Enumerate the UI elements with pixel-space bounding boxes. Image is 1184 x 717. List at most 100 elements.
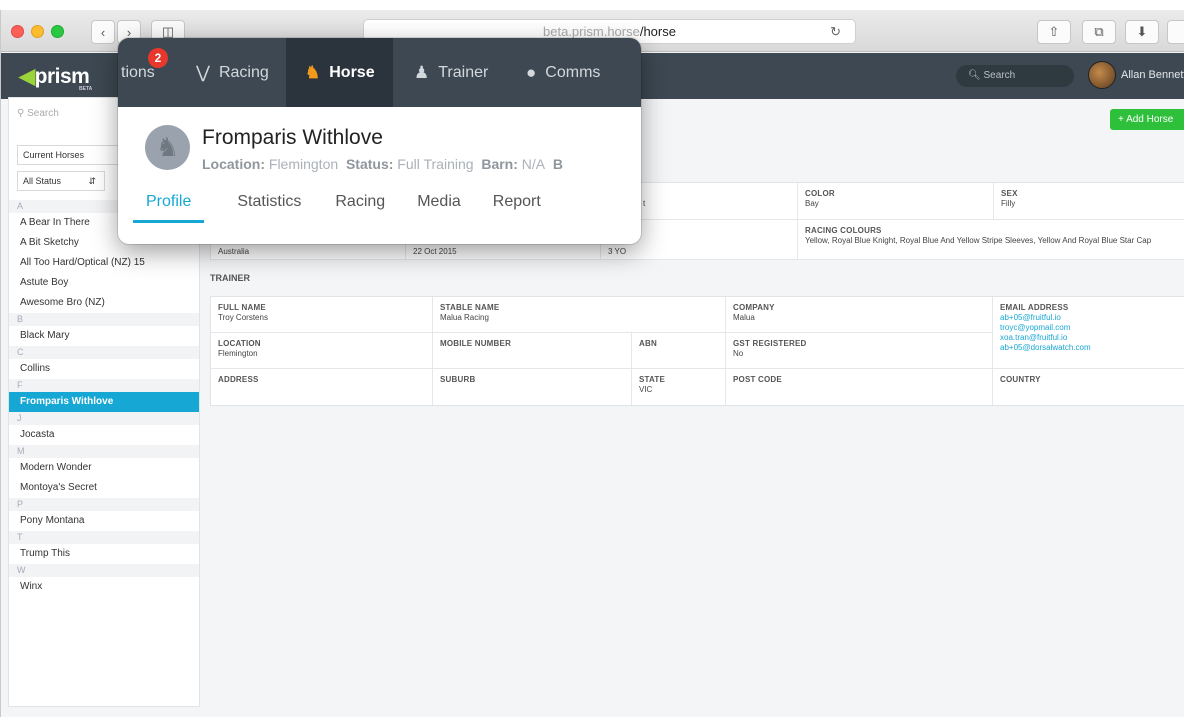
mobile-cell: MOBILE NUMBER	[433, 333, 632, 369]
horse-list-item[interactable]: Fromparis Withlove	[9, 392, 199, 412]
horse-meta: Location: Flemington Status: Full Traini…	[202, 156, 563, 172]
user-name[interactable]: Allan Bennetto	[1121, 69, 1184, 81]
nav-item-horse[interactable]: ♞ Horse	[286, 38, 393, 107]
email-link[interactable]: xoa.tran@fruitful.io	[1000, 333, 1183, 343]
tab-report[interactable]: Report	[480, 193, 554, 223]
logo-text: prism	[34, 65, 90, 88]
state-cell: STATE VIC	[632, 369, 726, 405]
full-name-label: FULL NAME	[218, 303, 266, 312]
notification-badge: 2	[148, 48, 168, 68]
user-avatar[interactable]	[1088, 61, 1116, 89]
list-group-header: W	[9, 564, 199, 577]
horse-list-item[interactable]: Pony Montana	[9, 511, 199, 531]
email-link[interactable]: troyc@yopmail.com	[1000, 323, 1183, 333]
list-group-header: P	[9, 498, 199, 511]
company-cell: COMPANY Malua	[726, 297, 993, 333]
search-icon: ⚲	[17, 108, 28, 119]
racing-colours-label: RACING COLOURS	[805, 226, 882, 235]
email-link[interactable]: ab+05@fruitful.io	[1000, 313, 1183, 323]
company-value: Malua	[733, 313, 755, 322]
share-button[interactable]: ⇧	[1037, 20, 1071, 44]
sidebar-search-placeholder: Search	[27, 108, 59, 119]
close-window-button[interactable]	[11, 25, 24, 38]
barn-meta-value: N/A	[521, 156, 546, 172]
stable-name-label: STABLE NAME	[440, 303, 500, 312]
tab-media[interactable]: Media	[404, 193, 474, 223]
profile-tabs: Profile Statistics Racing Media Report	[133, 193, 588, 223]
stable-name-value: Malua Racing	[440, 313, 489, 322]
country-label: COUNTRY	[1000, 375, 1041, 384]
abn-cell: ABN	[632, 333, 726, 369]
horse-filter-select[interactable]: Current Horses	[17, 145, 127, 165]
email-link[interactable]: ab+05@dorsalwatch.com	[1000, 343, 1183, 353]
zoomed-header-popover: tions 2 ⋁ Racing ♞ Horse ♟ Trainer ● Comms ♞…	[118, 38, 641, 244]
status-filter-value: All Status	[23, 176, 62, 186]
horse-name: Fromparis Withlove	[202, 126, 383, 149]
main-nav: tions 2 ⋁ Racing ♞ Horse ♟ Trainer ● Comms	[118, 38, 641, 107]
tab-profile[interactable]: Profile	[133, 193, 205, 223]
horse-list: AA Bear In There A Bit Sketchy All Too Har…	[9, 200, 199, 597]
status-meta-label: Status:	[345, 156, 394, 172]
horse-list-item[interactable]: Montoya's Secret	[9, 478, 199, 498]
chevron-left-icon: ‹	[100, 24, 106, 40]
tab-racing[interactable]: Racing	[322, 193, 398, 223]
status-filter-select[interactable]: All Status ⇵	[17, 171, 105, 191]
status-meta-value: Full Training	[397, 156, 474, 172]
horse-list-item[interactable]: Trump This	[9, 544, 199, 564]
downloads-button[interactable]: ⬇	[1125, 20, 1159, 44]
sex-value: Filly	[1001, 199, 1016, 208]
horse-list-item[interactable]: All Too Hard/Optical (NZ) 15	[9, 253, 199, 273]
list-group-header: J	[9, 412, 199, 425]
url-domain: beta.prism.horse	[543, 24, 640, 39]
address-cell: ADDRESS	[211, 369, 433, 405]
trophy-icon: ⋁	[196, 62, 210, 82]
overflow-button[interactable]	[1167, 20, 1184, 44]
nav-item-notifications[interactable]: tions	[118, 38, 178, 107]
cut-meta-label: B	[552, 156, 564, 172]
trainer-section-title: TRAINER	[210, 273, 250, 283]
stable-name-cell: STABLE NAME Malua Racing	[433, 297, 726, 333]
list-group-header: C	[9, 346, 199, 359]
state-label: STATE	[639, 375, 666, 384]
horse-list-item[interactable]: Astute Boy	[9, 273, 199, 293]
location-value: Flemington	[218, 349, 258, 358]
email-cell: EMAIL ADDRESS ab+05@fruitful.io troyc@yo…	[993, 297, 1184, 369]
suburb-cell: SUBURB	[433, 369, 632, 405]
chat-icon: ●	[526, 62, 537, 82]
mobile-label: MOBILE NUMBER	[440, 339, 512, 348]
racing-colours-cell: RACING COLOURS Yellow, Royal Blue Knight,…	[798, 220, 1184, 260]
country-value: Australia	[218, 247, 250, 256]
horse-list-item[interactable]: Collins	[9, 359, 199, 379]
horse-list-item[interactable]: Jocasta	[9, 425, 199, 445]
zoom-window-button[interactable]	[51, 25, 64, 38]
country-cell: COUNTRY	[993, 369, 1184, 405]
horse-list-item[interactable]: Black Mary	[9, 326, 199, 346]
location-label: LOCATION	[218, 339, 261, 348]
tabs-button[interactable]: ⧉	[1082, 20, 1116, 44]
gst-value: No	[733, 349, 744, 358]
age-value: 3 YO	[608, 247, 627, 256]
horse-list-item[interactable]: Awesome Bro (NZ)	[9, 293, 199, 313]
nav-trainer-label: Trainer	[438, 63, 489, 81]
nav-item-racing[interactable]: ⋁ Racing	[180, 38, 284, 107]
sidebar-search-input[interactable]: ⚲ Search	[17, 108, 127, 119]
back-button[interactable]: ‹	[91, 20, 115, 44]
location-cell: LOCATION Flemington	[211, 333, 433, 369]
search-icon: 🔍︎	[968, 70, 984, 81]
nav-item-comms[interactable]: ● Comms	[508, 38, 618, 107]
minimize-window-button[interactable]	[31, 25, 44, 38]
add-horse-button[interactable]: + Add Horse	[1110, 109, 1184, 130]
sex-label: SEX	[1001, 189, 1018, 198]
reload-icon[interactable]: ↻	[830, 20, 841, 43]
horse-list-item[interactable]: Modern Wonder	[9, 458, 199, 478]
header-search-input[interactable]: 🔍︎ Search	[956, 65, 1074, 87]
racing-colours-value: Yellow, Royal Blue Knight, Royal Blue An…	[805, 236, 1152, 245]
prism-logo[interactable]: ◀prism BETA	[19, 64, 92, 92]
color-value: Bay	[805, 199, 819, 208]
horse-list-item[interactable]: Winx	[9, 577, 199, 597]
download-icon: ⬇	[1136, 24, 1148, 39]
tab-statistics[interactable]: Statistics	[224, 193, 314, 223]
nav-item-trainer[interactable]: ♟ Trainer	[394, 38, 504, 107]
color-cell: COLOR Bay	[798, 183, 994, 220]
postcode-cell: POST CODE	[726, 369, 993, 405]
